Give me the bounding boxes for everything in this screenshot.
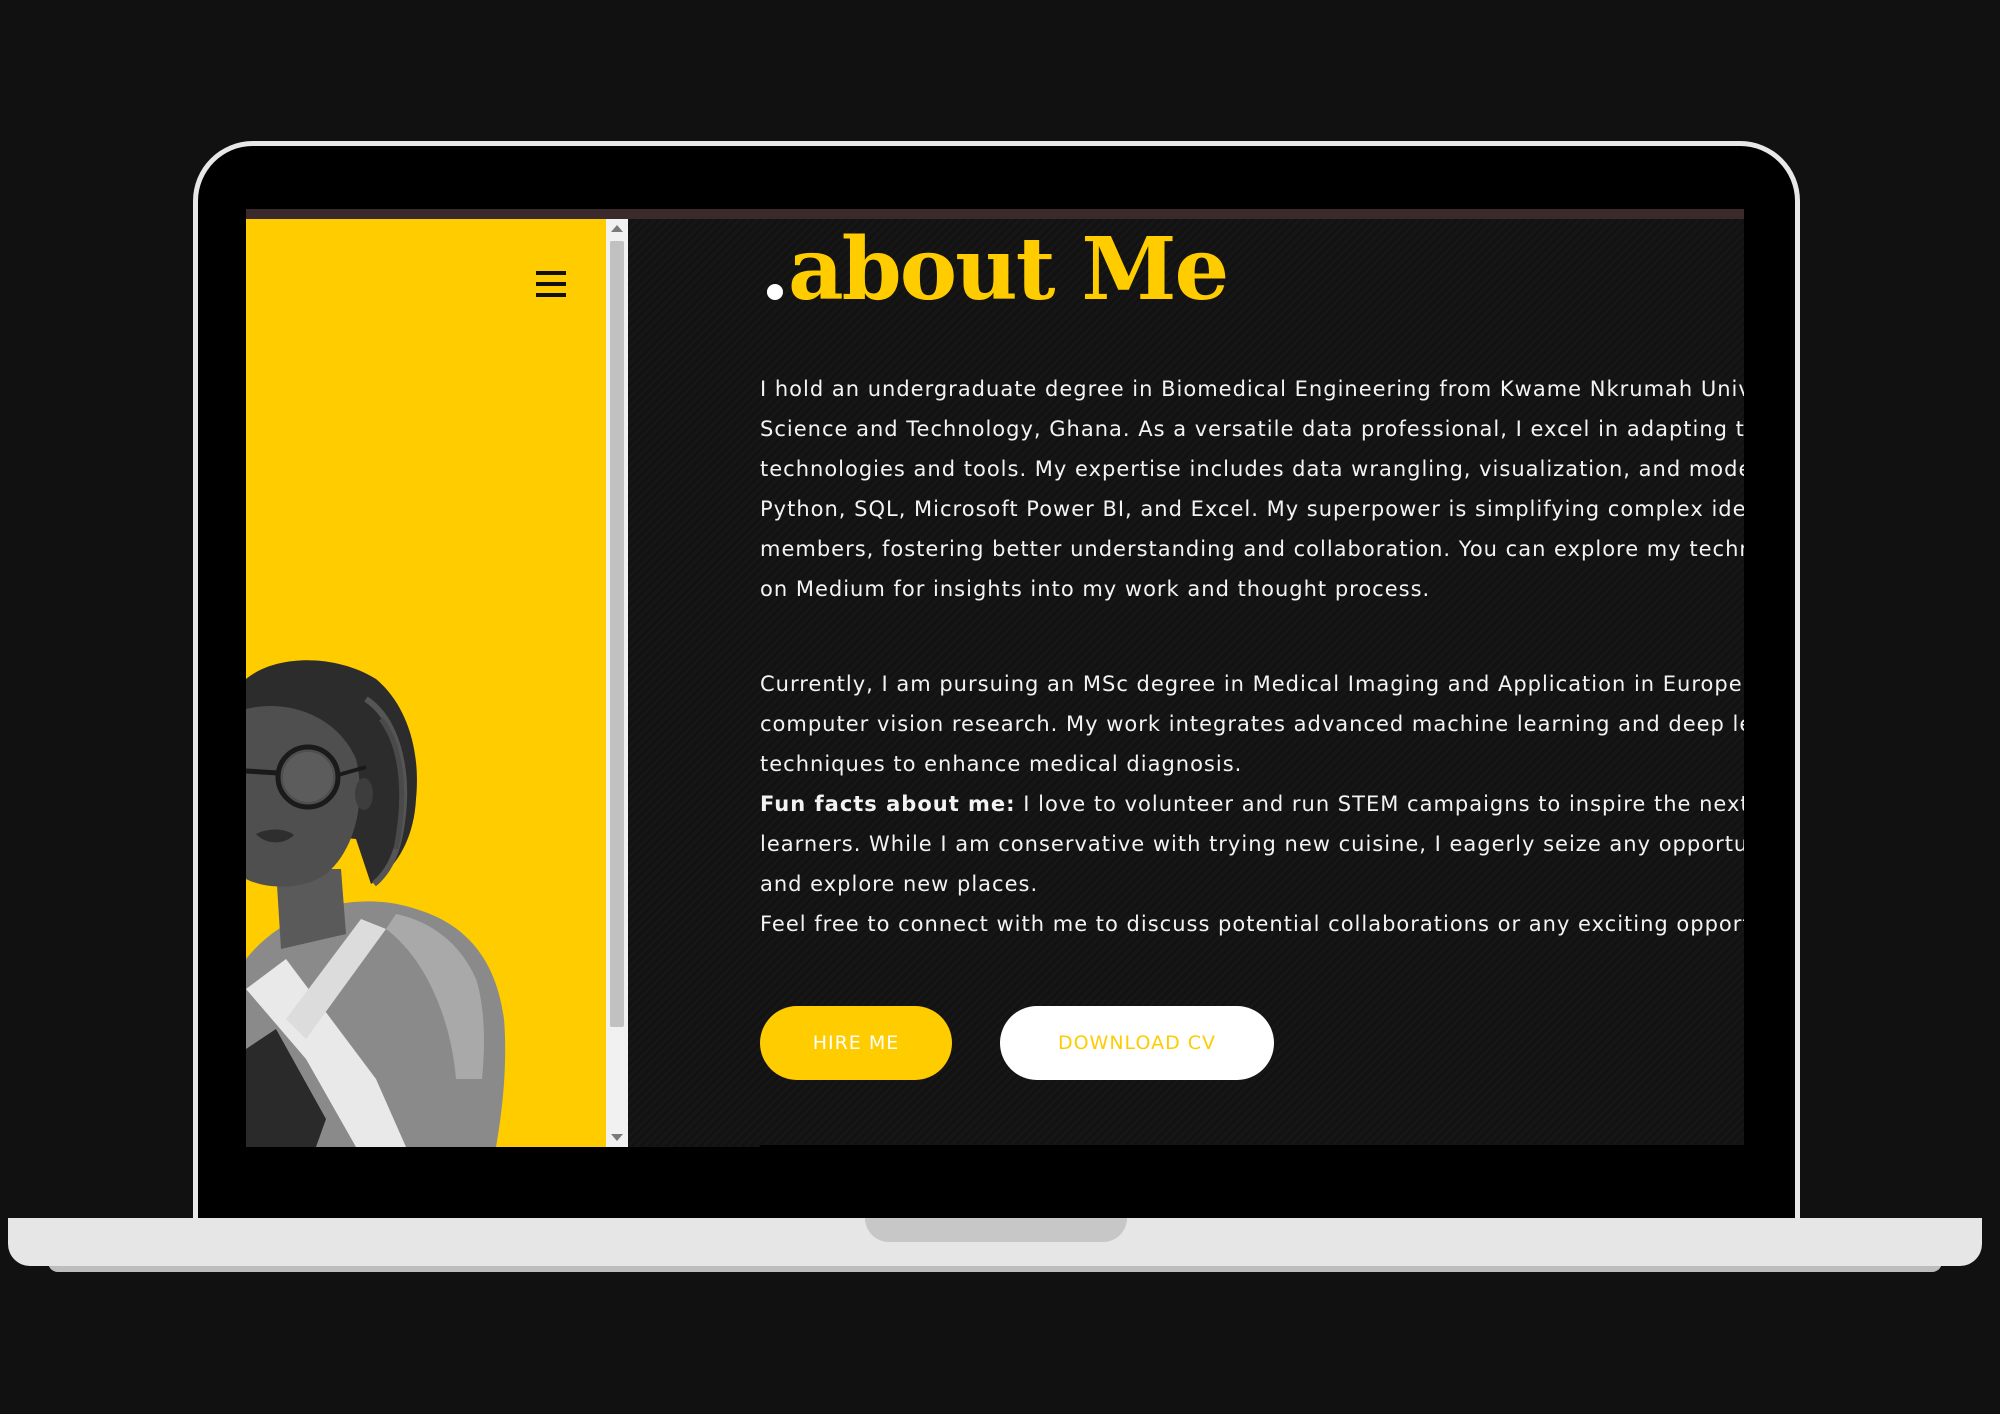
about-section: .about Me I hold an undergraduate degree… <box>628 219 1744 1147</box>
fun-facts-label: Fun facts about me: <box>760 792 1016 816</box>
hire-me-button[interactable]: HIRE ME <box>760 1006 952 1080</box>
para2-line: computer vision research. My work integr… <box>760 712 1744 736</box>
download-cv-button[interactable]: DOWNLOAD CV <box>1000 1006 1274 1080</box>
about-paragraph-1: I hold an undergraduate degree in Biomed… <box>760 369 1744 609</box>
about-paragraph-2: Currently, I am pursuing an MSc degree i… <box>760 664 1744 944</box>
fun-facts-line: learners. While I am conservative with t… <box>760 832 1744 856</box>
para1-line: members, fostering better understanding … <box>760 537 1744 561</box>
title-text: about Me <box>787 219 1229 320</box>
screen-top-bar <box>246 209 1744 219</box>
closing-line: Feel free to connect with me to discuss … <box>760 912 1744 936</box>
fun-facts-line: and explore new places. <box>760 872 1039 896</box>
para1-line: on Medium for insights into my work and … <box>760 577 1431 601</box>
para1-line: Python, SQL, Microsoft Power BI, and Exc… <box>760 497 1744 521</box>
para1-line: I hold an undergraduate degree in Biomed… <box>760 377 1744 401</box>
fun-facts-text: I love to volunteer and run STEM campaig… <box>1015 792 1744 816</box>
laptop-notch <box>865 1218 1127 1242</box>
hamburger-menu-icon[interactable] <box>536 271 566 297</box>
screen: .about Me I hold an undergraduate degree… <box>246 209 1744 1147</box>
para1-line: technologies and tools. My expertise inc… <box>760 457 1744 481</box>
about-title: .about Me <box>760 219 1229 320</box>
title-dot: . <box>760 219 790 320</box>
para1-line: Science and Technology, Ghana. As a vers… <box>760 417 1744 441</box>
scroll-down-icon[interactable] <box>611 1134 623 1141</box>
para2-line: techniques to enhance medical diagnosis. <box>760 752 1243 776</box>
scroll-up-icon[interactable] <box>611 225 623 232</box>
scrollbar-thumb[interactable] <box>610 241 624 1027</box>
section-divider <box>760 1145 1744 1147</box>
para2-line: Currently, I am pursuing an MSc degree i… <box>760 672 1744 696</box>
vertical-scrollbar[interactable] <box>606 219 628 1147</box>
portrait-photo <box>246 660 506 1147</box>
sidebar <box>246 219 606 1147</box>
